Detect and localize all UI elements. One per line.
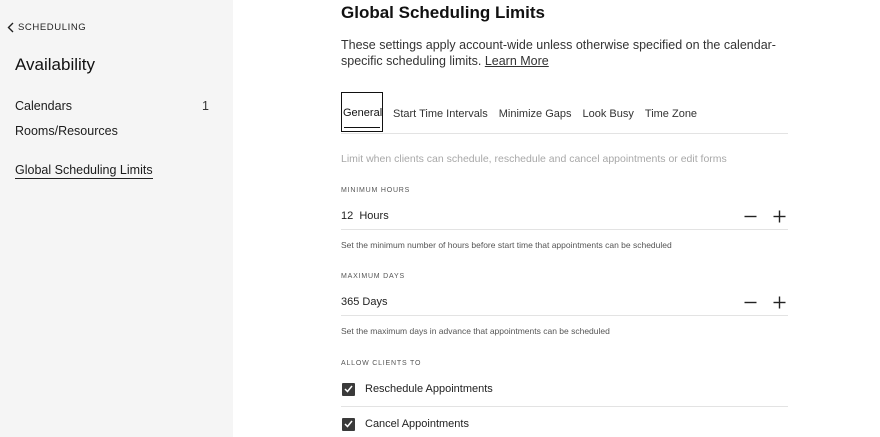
minimum-hours-stepper: 12 Hours — [341, 203, 788, 230]
sidebar-item-label: Calendars — [15, 99, 72, 113]
tab-look-busy[interactable]: Look Busy — [583, 92, 634, 120]
minimum-hours-note: Set the minimum number of hours before s… — [341, 240, 672, 250]
intro-text: These settings apply account-wide unless… — [341, 37, 781, 69]
maximum-days-note: Set the maximum days in advance that app… — [341, 326, 610, 336]
reschedule-checkbox[interactable] — [342, 382, 355, 396]
maximum-days-value: 365 Days — [341, 296, 388, 308]
cancel-checkbox[interactable] — [342, 417, 355, 431]
learn-more-link[interactable]: Learn More — [485, 54, 549, 68]
plus-icon[interactable] — [773, 296, 786, 309]
app-window: SCHEDULING Availability Calendars 1 Room… — [0, 0, 880, 437]
checkmark-icon — [344, 385, 353, 393]
reschedule-label: Reschedule Appointments — [365, 383, 493, 395]
plus-icon[interactable] — [773, 210, 786, 223]
maximum-days-controls — [744, 296, 788, 309]
page-title: Global Scheduling Limits — [341, 3, 546, 22]
minimum-hours-controls — [744, 210, 788, 223]
minus-icon[interactable] — [744, 210, 757, 223]
reschedule-appointments-option[interactable]: Reschedule Appointments — [341, 372, 788, 407]
maximum-days-label: MAXIMUM DAYS — [341, 273, 405, 280]
tab-general[interactable]: General — [341, 92, 383, 132]
minus-icon[interactable] — [744, 296, 757, 309]
cancel-appointments-option[interactable]: Cancel Appointments — [341, 407, 788, 437]
minimum-hours-label: MINIMUM HOURS — [341, 187, 411, 194]
sidebar-item-label: Global Scheduling Limits — [15, 163, 153, 179]
sidebar-item-rooms-resources[interactable]: Rooms/Resources — [15, 124, 210, 138]
sidebar-item-label: Rooms/Resources — [15, 124, 118, 138]
tab-minimize-gaps[interactable]: Minimize Gaps — [499, 92, 572, 120]
general-helper-text: Limit when clients can schedule, resched… — [341, 153, 727, 165]
minimum-hours-value: 12 Hours — [341, 210, 389, 222]
back-to-scheduling-link[interactable]: SCHEDULING — [7, 22, 86, 33]
chevron-left-icon — [7, 22, 14, 33]
cancel-label: Cancel Appointments — [365, 418, 469, 430]
checkmark-icon — [344, 420, 353, 428]
intro-description: These settings apply account-wide unless… — [341, 38, 776, 68]
tab-start-time-intervals[interactable]: Start Time Intervals — [393, 92, 488, 120]
sidebar-item-global-scheduling-limits[interactable]: Global Scheduling Limits — [15, 163, 153, 179]
sidebar-title: Availability — [15, 55, 96, 74]
allow-clients-label: ALLOW CLIENTS TO — [341, 360, 422, 367]
maximum-days-stepper: 365 Days — [341, 289, 788, 316]
tab-time-zone[interactable]: Time Zone — [645, 92, 697, 120]
settings-tabs: General Start Time Intervals Minimize Ga… — [341, 92, 788, 134]
calendars-count: 1 — [202, 99, 209, 113]
back-link-label: SCHEDULING — [18, 22, 87, 33]
sidebar-item-calendars[interactable]: Calendars 1 — [15, 99, 210, 113]
sidebar: SCHEDULING Availability Calendars 1 Room… — [0, 0, 233, 437]
